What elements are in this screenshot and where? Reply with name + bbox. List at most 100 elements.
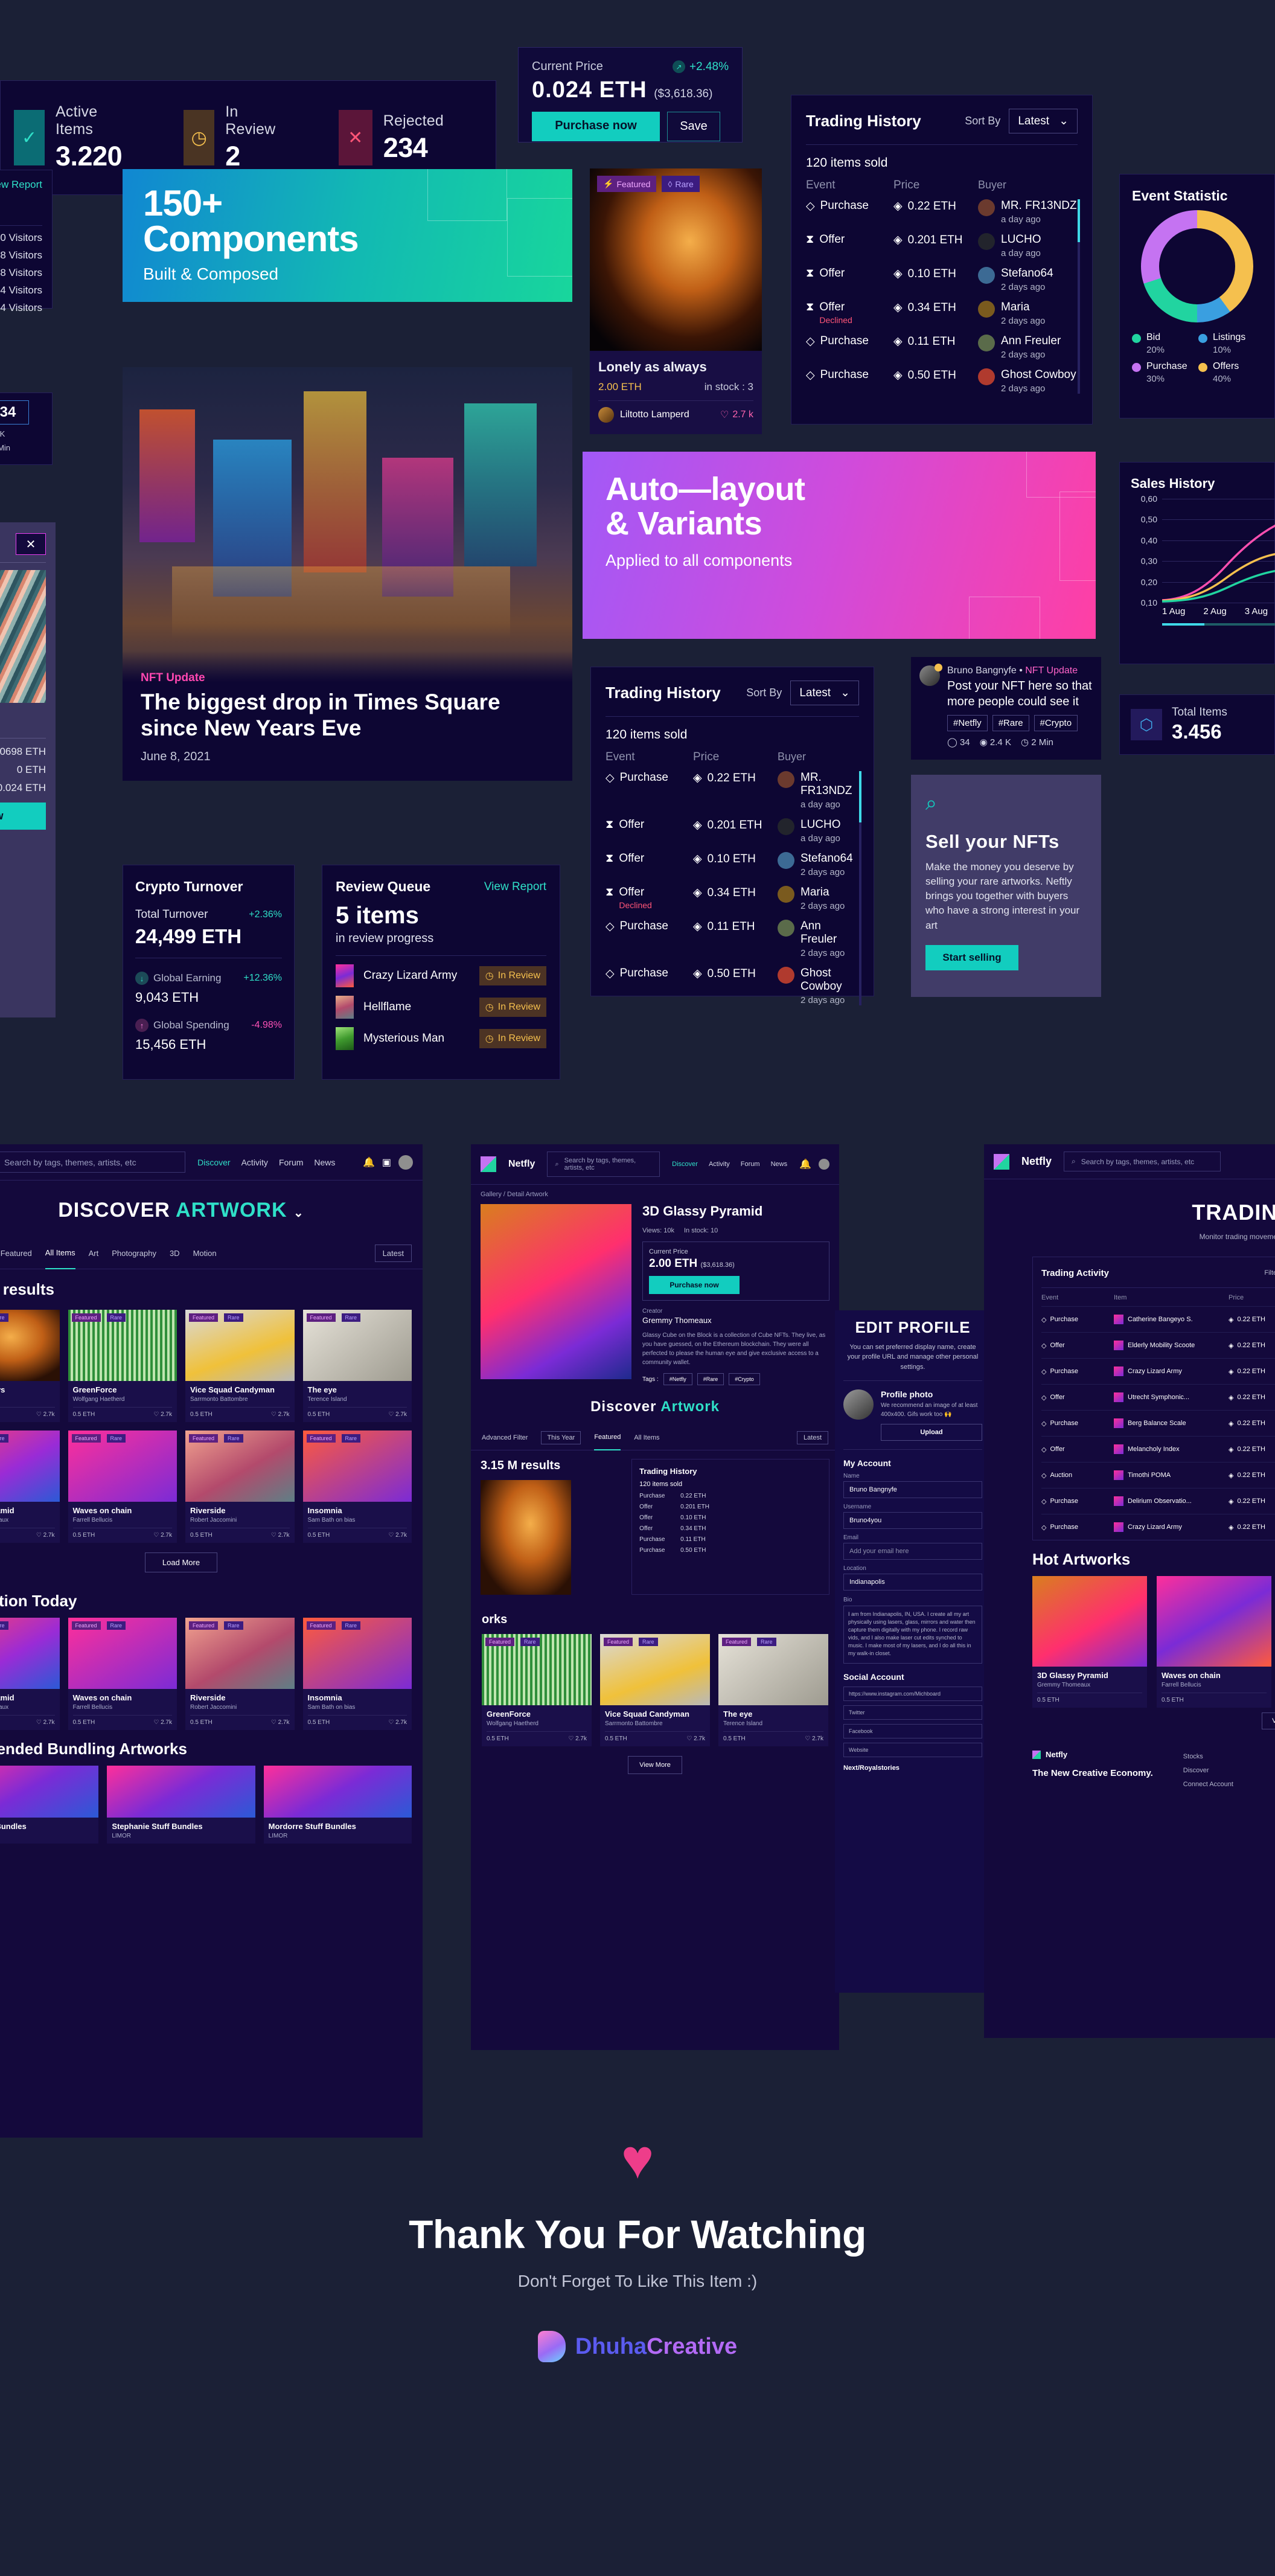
artwork-tile[interactable]: FeaturedRare Glassy Pyramid Gremmy Thomeau… <box>0 1618 60 1730</box>
heart-icon[interactable]: ♡ 2.7k <box>36 1532 55 1539</box>
artwork-tile[interactable]: Featured Rare Riverside Robert Jaccomini 0.5… <box>185 1431 295 1543</box>
bell-icon[interactable]: 🔔 <box>799 1158 811 1170</box>
view-more-button[interactable]: View More <box>1262 1713 1275 1729</box>
close-icon[interactable]: ✕ <box>16 533 46 555</box>
heart-icon[interactable]: ♡ 2.7k <box>388 1532 407 1539</box>
sort-select[interactable]: Latest ⌄ <box>1009 109 1078 133</box>
table-row[interactable]: ◇PurchaseCatherine Bangeyo S.◈0.22 ETHMR… <box>1041 1306 1275 1332</box>
tag[interactable]: #Rare <box>697 1373 724 1386</box>
artwork-tile[interactable]: Featured Rare The eye Terence Island 0.5 ETH… <box>302 1310 412 1422</box>
footer-col[interactable]: Stocks <box>1183 1750 1233 1764</box>
purchase-now-button[interactable]: Purchase now <box>649 1276 740 1295</box>
table-row[interactable]: Purchase 0.22 ETH <box>639 1493 822 1499</box>
table-row[interactable]: Offer 0.34 ETH <box>639 1525 822 1532</box>
tab-all-items[interactable]: All Items <box>634 1434 659 1441</box>
nav-news[interactable]: News <box>314 1158 335 1167</box>
bundle-tile[interactable]: ache Stuff Bundles LIMOR <box>0 1766 99 1844</box>
social-input[interactable]: Facebook <box>843 1724 982 1739</box>
tab-photography[interactable]: Photography <box>112 1249 156 1258</box>
view-more-button[interactable]: View More <box>628 1756 682 1775</box>
table-row[interactable]: ◇OfferElderly Mobility Scoote◈0.22 ETHMR… <box>1041 1332 1275 1358</box>
tag[interactable]: #Crypto <box>729 1373 760 1386</box>
artwork-thumbnail[interactable] <box>481 1480 571 1595</box>
stat-in-review[interactable]: ◷ In Review 2 <box>184 103 286 172</box>
post-tag[interactable]: #Crypto <box>1034 715 1078 731</box>
buyer-name[interactable]: Stefano64 <box>800 852 853 865</box>
heart-icon[interactable]: ♡ 2.7k <box>153 1411 172 1418</box>
list-item[interactable]: Crazy Lizard Army ◷ In Review <box>336 964 546 987</box>
artwork-tile[interactable]: Featured Rare The eye Terence Island 0.5 ETH… <box>718 1634 828 1747</box>
search-input[interactable]: ⌕ Search by tags, themes, artists, etc <box>1064 1152 1221 1171</box>
bell-icon[interactable]: 🔔 <box>363 1156 375 1168</box>
footer-col[interactable]: Discover <box>1183 1764 1233 1778</box>
view-report-link[interactable]: View Report <box>0 179 42 191</box>
heart-icon[interactable]: ♡ 2.7k <box>568 1735 587 1742</box>
artwork-tile[interactable]: Featured Rare Riverside Robert Jaccomini 0.5… <box>185 1618 295 1730</box>
brand-logo[interactable]: Netfly <box>508 1159 535 1170</box>
purchase-now-button[interactable]: Purchase now <box>532 112 660 141</box>
table-row[interactable]: Purchase 0.11 ETH <box>639 1536 822 1543</box>
table-row[interactable]: ◇AuctionTimothi POMA◈0.22 ETHMR. FR13NDZ <box>1041 1462 1275 1488</box>
artwork-tile[interactable]: Featured Rare Insomnia Sam Bath on bias 0.5 … <box>302 1618 412 1730</box>
nft-post-card[interactable]: Bruno Bangnyfe • NFT Update Post your NF… <box>911 657 1101 760</box>
table-row[interactable]: ◇PurchaseBerg Balance Scale◈0.22 ETHMR. … <box>1041 1410 1275 1436</box>
artwork-tile[interactable]: FeaturedRareely as alwaysotto Lamperd0.5… <box>0 1310 60 1422</box>
footer-col[interactable]: Connect Account <box>1183 1778 1233 1792</box>
table-row[interactable]: ⧗ Offer ◈ 0.10 ETH Stefano64 2 days ago <box>806 267 1078 292</box>
upload-button[interactable]: Upload <box>881 1424 982 1441</box>
artwork-tile[interactable]: Featured Rare Waves on chain Farrell Belluc… <box>68 1431 177 1543</box>
avatar[interactable] <box>819 1159 829 1170</box>
artwork-card-lonely[interactable]: ⚡ Featured ◊ Rare Lonely as always 2.00 … <box>590 168 762 434</box>
avatar[interactable] <box>398 1155 413 1170</box>
chevron-down-icon[interactable]: ⌄ <box>293 1206 304 1220</box>
table-row[interactable]: ◇ Purchase ◈ 0.22 ETH MR. FR13NDZ a day ago <box>806 199 1078 225</box>
buyer-name[interactable]: Ann Freuler <box>1001 335 1061 348</box>
view-report-link[interactable]: View Report <box>484 880 546 894</box>
artwork-tile[interactable]: Featured Rare Waves on chain Farrell Belluc… <box>68 1618 177 1730</box>
table-row[interactable]: ⧗ Offer ◈ 0.201 ETH LUCHO a day ago <box>806 233 1078 258</box>
buyer-name[interactable]: LUCHO <box>1001 233 1041 246</box>
text-input[interactable]: Add your email here <box>843 1543 982 1560</box>
scrollbar[interactable] <box>859 771 861 1005</box>
post-author[interactable]: Bruno Bangnyfe <box>947 665 1017 676</box>
artwork-tile[interactable]: Featured Rare GreenForce Wolfgang Haetherd 0… <box>482 1634 592 1747</box>
tab-3d[interactable]: 3D <box>170 1249 180 1258</box>
buyer-name[interactable]: Ann Freuler <box>800 920 859 946</box>
heart-icon[interactable]: ♡ 2.7k <box>36 1411 55 1418</box>
table-row[interactable]: ⧗ Offer Declined ◈ 0.34 ETH Maria 2 days ago <box>806 301 1078 326</box>
tab-featured[interactable]: Featured <box>594 1425 621 1450</box>
heart-icon[interactable]: ♡ 2.7k <box>271 1532 290 1539</box>
bundle-tile[interactable]: Stephanie Stuff Bundles LIMOR <box>107 1766 255 1844</box>
post-tag[interactable]: #Netfly <box>947 715 988 731</box>
table-row[interactable]: ⧗ Offer ◈ 0.201 ETH LUCHO a day ago <box>606 818 859 844</box>
nav-discover[interactable]: Discover <box>197 1158 230 1167</box>
table-row[interactable]: ◇OfferMelancholy Index◈0.22 ETHMR. FR13N… <box>1041 1436 1275 1462</box>
buyer-name[interactable]: MR. FR13NDZ <box>800 771 859 798</box>
table-row[interactable]: ◇ Purchase ◈ 0.50 ETH Ghost Cowboy 2 days ago <box>606 967 859 1005</box>
nav-discover[interactable]: Discover <box>672 1161 698 1168</box>
buyer-name[interactable]: MR. FR13NDZ <box>1001 199 1077 213</box>
creator-name[interactable]: Gremmy Thomeaux <box>642 1316 829 1325</box>
table-row[interactable]: ◇PurchaseCrazy Lizard Army◈0.22 ETHMR. F… <box>1041 1514 1275 1540</box>
social-input[interactable]: https://www.instagram.com/Michboard <box>843 1687 982 1702</box>
table-row[interactable]: ◇ Purchase ◈ 0.11 ETH Ann Freuler 2 days ago <box>606 920 859 958</box>
buyer-name[interactable]: Stefano64 <box>1001 267 1053 280</box>
tab-art[interactable]: Art <box>89 1249 99 1258</box>
tag[interactable]: #Netfly <box>663 1373 692 1386</box>
social-input[interactable]: Twitter <box>843 1705 982 1720</box>
artwork-author[interactable]: Liltotto Lamperd <box>620 409 689 420</box>
tab-featured[interactable]: Featured <box>1 1249 32 1258</box>
advanced-filter-button[interactable]: Advanced Filter <box>482 1434 528 1441</box>
heart-icon[interactable]: ♡ 2.7k <box>36 1719 55 1726</box>
list-item[interactable]: Hellflame ◷ In Review <box>336 996 546 1019</box>
sort-select[interactable]: Latest <box>374 1245 412 1262</box>
screenshot-edit-profile[interactable]: EDIT PROFILE You can set preferred displ… <box>835 1310 991 1993</box>
screenshot-discover-artwork[interactable]: etfly ⌕ Search by tags, themes, artists,… <box>0 1144 423 2138</box>
social-input[interactable]: Website <box>843 1743 982 1758</box>
nav-news[interactable]: News <box>771 1161 788 1168</box>
artwork-tile[interactable]: FeaturedRare Glassy Pyramid Gremmy Thomeau… <box>0 1431 60 1543</box>
table-row[interactable]: ◇OfferUtrecht Symphonic...◈0.22 ETHMR. F… <box>1041 1384 1275 1410</box>
buyer-name[interactable]: LUCHO <box>800 818 841 831</box>
search-input[interactable]: ⌕ Search by tags, themes, artists, etc <box>0 1152 186 1173</box>
buyer-name[interactable]: Maria <box>800 886 845 899</box>
